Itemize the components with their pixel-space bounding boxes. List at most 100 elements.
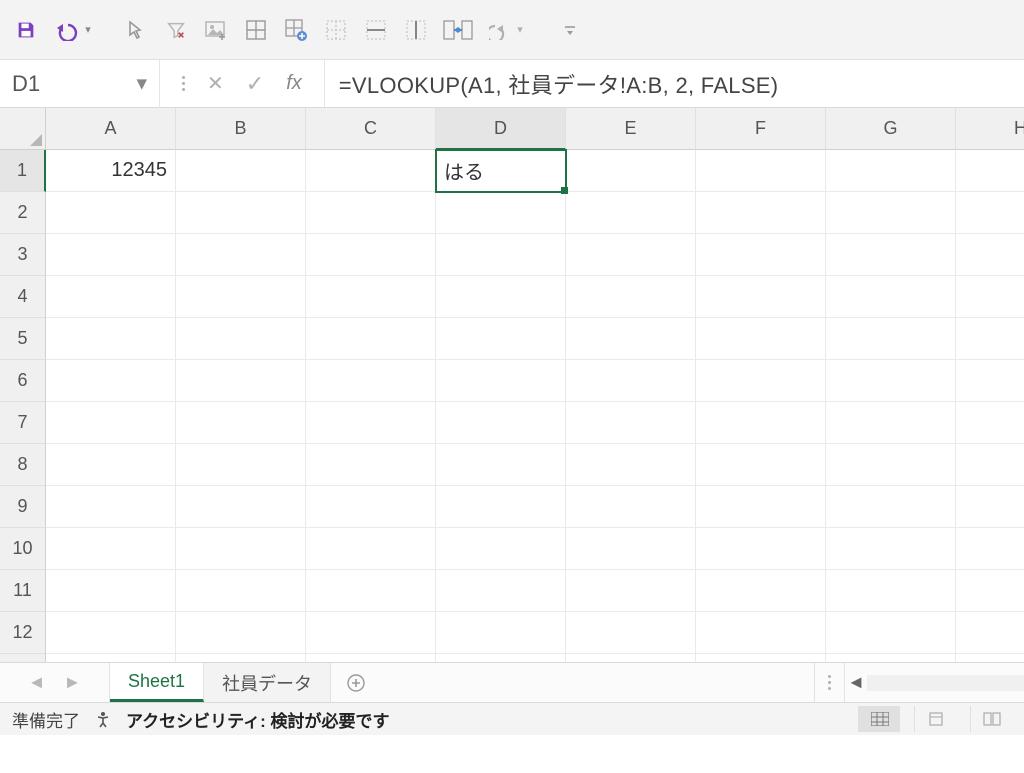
cell[interactable] — [956, 402, 1024, 444]
cell[interactable] — [176, 654, 306, 663]
row-header[interactable]: 12 — [0, 612, 46, 654]
row-header[interactable]: 7 — [0, 402, 46, 444]
cancel-icon[interactable]: ✕ — [207, 71, 224, 96]
toolbar-overflow-icon[interactable] — [556, 16, 584, 44]
merge-cells-icon[interactable] — [442, 16, 474, 44]
cell[interactable] — [956, 486, 1024, 528]
cell[interactable] — [956, 444, 1024, 486]
cell[interactable] — [566, 486, 696, 528]
cell[interactable] — [956, 528, 1024, 570]
horizontal-scrollbar[interactable]: ◄ — [844, 663, 1024, 702]
border-center-h-icon[interactable] — [362, 16, 390, 44]
cell[interactable] — [696, 528, 826, 570]
cell[interactable] — [436, 528, 566, 570]
sheet-tab[interactable]: Sheet1 — [110, 663, 204, 702]
cell[interactable] — [826, 612, 956, 654]
cell[interactable] — [566, 318, 696, 360]
cell[interactable] — [696, 150, 826, 192]
cell[interactable] — [566, 570, 696, 612]
cell[interactable] — [566, 654, 696, 663]
cell[interactable] — [436, 192, 566, 234]
view-normal-icon[interactable] — [858, 706, 900, 732]
cell[interactable] — [436, 612, 566, 654]
pointer-icon[interactable] — [122, 16, 150, 44]
row-header[interactable]: 8 — [0, 444, 46, 486]
cell[interactable] — [46, 276, 176, 318]
row-header[interactable]: 5 — [0, 318, 46, 360]
cell[interactable] — [306, 612, 436, 654]
cell[interactable] — [826, 570, 956, 612]
cell[interactable] — [696, 234, 826, 276]
cell[interactable] — [436, 402, 566, 444]
cell[interactable] — [46, 318, 176, 360]
cell[interactable] — [436, 234, 566, 276]
view-page-break-icon[interactable] — [970, 706, 1012, 732]
cell[interactable] — [826, 192, 956, 234]
cell[interactable] — [956, 150, 1024, 192]
picture-icon[interactable] — [202, 16, 230, 44]
cell[interactable] — [696, 402, 826, 444]
cell[interactable] — [176, 360, 306, 402]
cell[interactable] — [566, 192, 696, 234]
column-header[interactable]: D — [436, 108, 566, 150]
cell[interactable] — [436, 276, 566, 318]
cell[interactable] — [306, 444, 436, 486]
column-header[interactable]: G — [826, 108, 956, 150]
cell[interactable] — [956, 234, 1024, 276]
add-sheet-button[interactable] — [331, 663, 381, 702]
cell[interactable] — [566, 234, 696, 276]
cell[interactable] — [826, 360, 956, 402]
cell[interactable] — [176, 276, 306, 318]
cell[interactable] — [306, 486, 436, 528]
cell[interactable] — [956, 570, 1024, 612]
row-header[interactable]: 6 — [0, 360, 46, 402]
cell[interactable] — [436, 318, 566, 360]
cell[interactable] — [176, 486, 306, 528]
cell[interactable] — [306, 192, 436, 234]
scroll-track[interactable] — [867, 675, 1024, 691]
cell[interactable] — [176, 318, 306, 360]
cell[interactable] — [696, 276, 826, 318]
cell[interactable] — [46, 234, 176, 276]
cell[interactable] — [696, 192, 826, 234]
cell[interactable] — [956, 318, 1024, 360]
tab-nav[interactable]: ◄ ► — [0, 663, 110, 702]
tab-prev-icon[interactable]: ◄ — [28, 672, 46, 693]
cell[interactable] — [306, 570, 436, 612]
border-center-v-icon[interactable] — [402, 16, 430, 44]
cell[interactable] — [826, 150, 956, 192]
cell[interactable] — [566, 276, 696, 318]
row-header[interactable]: 13 — [0, 654, 46, 663]
column-header[interactable]: B — [176, 108, 306, 150]
cell[interactable] — [956, 654, 1024, 663]
formula-input[interactable]: =VLOOKUP(A1, 社員データ!A:B, 2, FALSE) — [324, 60, 1024, 107]
cell[interactable] — [566, 528, 696, 570]
cell[interactable] — [176, 150, 306, 192]
cell[interactable] — [696, 654, 826, 663]
cell[interactable] — [826, 486, 956, 528]
cell[interactable] — [696, 444, 826, 486]
tabs-resize-handle[interactable] — [814, 663, 844, 702]
cell[interactable] — [826, 276, 956, 318]
cell[interactable] — [306, 402, 436, 444]
cell[interactable] — [696, 612, 826, 654]
cell[interactable] — [956, 360, 1024, 402]
cell[interactable] — [306, 654, 436, 663]
cell[interactable] — [826, 234, 956, 276]
table-wizard-icon[interactable] — [282, 16, 310, 44]
row-header[interactable]: 9 — [0, 486, 46, 528]
worksheet-grid[interactable]: ABCDEFGH112345はる2345678910111213 — [0, 108, 1024, 663]
cell[interactable] — [176, 570, 306, 612]
cell[interactable] — [436, 444, 566, 486]
border-all-icon[interactable] — [242, 16, 270, 44]
cell[interactable] — [176, 192, 306, 234]
cell[interactable] — [956, 612, 1024, 654]
cell[interactable] — [46, 528, 176, 570]
cell[interactable] — [696, 570, 826, 612]
cell[interactable] — [826, 654, 956, 663]
view-page-layout-icon[interactable] — [914, 706, 956, 732]
cell[interactable] — [306, 318, 436, 360]
row-header[interactable]: 3 — [0, 234, 46, 276]
redo-icon[interactable]: ▾ — [486, 16, 526, 44]
save-icon[interactable] — [12, 16, 40, 44]
